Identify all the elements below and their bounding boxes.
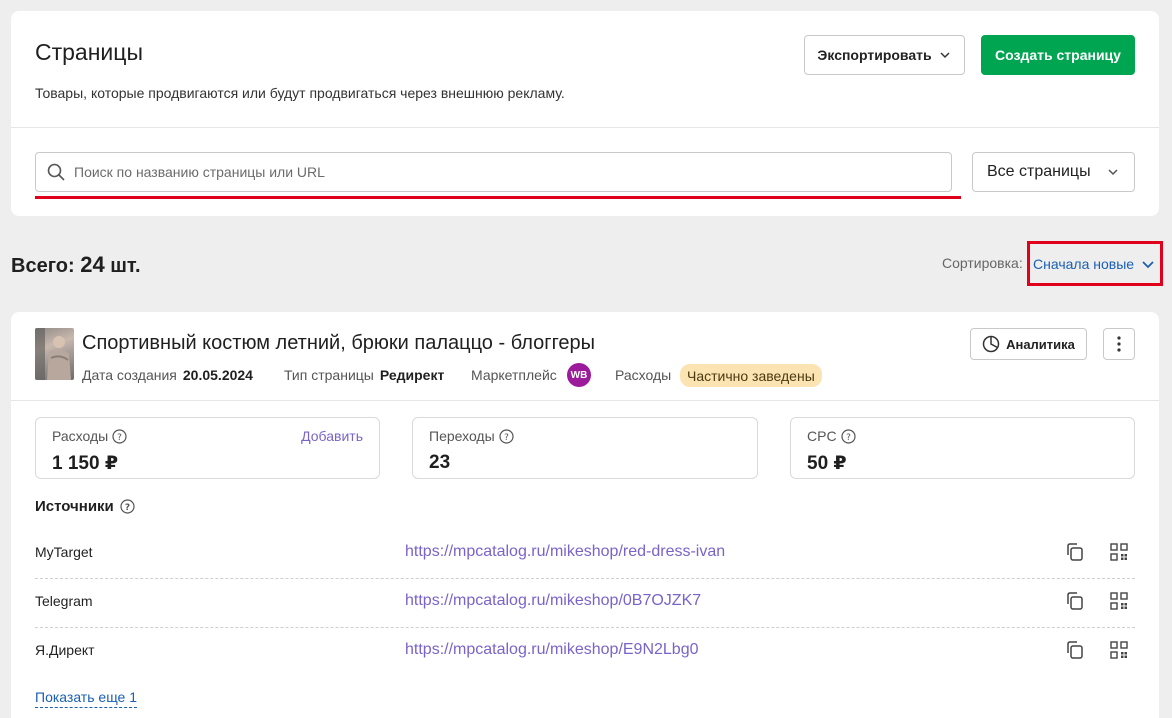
svg-text:?: ? — [846, 433, 851, 443]
page-type: Тип страницы Редирект — [284, 367, 444, 383]
stat-cpc-label-wrap: CPC ? — [807, 428, 856, 444]
expenses-label: Расходы — [615, 367, 672, 383]
page-subtitle: Товары, которые продвигаются или будут п… — [35, 85, 565, 101]
source-name: Telegram — [35, 593, 93, 609]
stat-expenses-label: Расходы — [52, 428, 109, 444]
stat-clicks-label-wrap: Переходы ? — [429, 428, 514, 444]
stat-cpc-value: 50 ₽ — [807, 453, 847, 474]
total-label: Всего: — [11, 255, 75, 277]
stat-expenses: Расходы ? Добавить 1 150 ₽ — [35, 417, 380, 479]
source-name: Я.Директ — [35, 642, 95, 658]
qr-code-icon[interactable] — [1109, 640, 1129, 660]
export-button[interactable]: Экспортировать — [804, 35, 965, 75]
created-date: Дата создания 20.05.2024 — [82, 367, 253, 383]
product-thumbnail — [35, 328, 74, 380]
chevron-down-icon — [940, 52, 950, 59]
sort-dropdown[interactable]: Сначала новые — [1027, 241, 1163, 286]
help-icon[interactable]: ? — [112, 428, 127, 444]
search-icon — [47, 163, 65, 181]
total-count: Всего: 24 шт. — [11, 252, 141, 278]
header-card: Страницы Товары, которые продвигаются ил… — [11, 11, 1159, 216]
copy-icon[interactable] — [1065, 640, 1085, 660]
stat-clicks: Переходы ? 23 — [412, 417, 758, 479]
copy-icon[interactable] — [1065, 542, 1085, 562]
source-name: MyTarget — [35, 544, 93, 560]
search-highlight-underline — [35, 196, 961, 199]
copy-icon[interactable] — [1065, 591, 1085, 611]
source-row: MyTarget https://mpcatalog.ru/mikeshop/r… — [35, 530, 1135, 579]
sort-label: Сортировка: — [942, 255, 1023, 271]
analytics-button[interactable]: Аналитика — [970, 328, 1087, 360]
help-icon[interactable]: ? — [499, 428, 514, 444]
sort-value: Сначала новые — [1033, 255, 1135, 272]
total-number: 24 — [80, 252, 105, 277]
marketplace-label: Маркетплейс — [471, 367, 557, 383]
show-more-link[interactable]: Показать еще 1 — [35, 689, 138, 708]
pie-chart-icon — [982, 335, 1000, 353]
kebab-menu-icon — [1117, 336, 1121, 352]
pages-filter-value: Все страницы — [987, 163, 1091, 180]
stat-expenses-label-wrap: Расходы ? — [52, 428, 127, 444]
stat-clicks-label: Переходы — [429, 428, 495, 444]
add-expense-link[interactable]: Добавить — [301, 428, 363, 444]
more-actions-button[interactable] — [1103, 328, 1135, 360]
export-button-label: Экспортировать — [817, 47, 932, 63]
svg-text:?: ? — [504, 433, 509, 443]
card-divider — [11, 400, 1159, 401]
stat-expenses-value: 1 150 ₽ — [52, 453, 119, 474]
source-row: Я.Директ https://mpcatalog.ru/mikeshop/E… — [35, 628, 1135, 677]
help-icon[interactable]: ? — [120, 499, 135, 514]
item-title[interactable]: Спортивный костюм летний, брюки палаццо … — [82, 332, 595, 355]
analytics-button-label: Аналитика — [1006, 336, 1075, 352]
stat-cpc-label: CPC — [807, 428, 837, 444]
svg-text:?: ? — [117, 433, 122, 443]
pages-filter-select[interactable]: Все страницы — [972, 152, 1135, 192]
expenses-status-badge: Частично заведены — [680, 364, 822, 387]
page-type-label: Тип страницы — [284, 367, 374, 383]
created-date-value: 20.05.2024 — [182, 367, 253, 383]
stat-clicks-value: 23 — [429, 452, 451, 473]
page-item-card: Спортивный костюм летний, брюки палаццо … — [11, 312, 1159, 718]
help-icon[interactable]: ? — [840, 428, 856, 444]
create-page-button[interactable]: Создать страницу — [981, 35, 1135, 75]
source-url-link[interactable]: https://mpcatalog.ru/mikeshop/red-dress-… — [405, 543, 725, 561]
page-type-value: Редирект — [379, 367, 445, 383]
qr-code-icon[interactable] — [1109, 542, 1129, 562]
source-row: Telegram https://mpcatalog.ru/mikeshop/0… — [35, 579, 1135, 628]
header-divider — [11, 127, 1159, 128]
search-input[interactable] — [74, 153, 951, 191]
created-date-label: Дата создания — [82, 367, 177, 383]
sources-title: Источники ? — [35, 498, 135, 515]
stat-cpc: CPC ? 50 ₽ — [790, 417, 1135, 479]
search-box[interactable] — [35, 152, 952, 192]
sources-title-label: Источники — [35, 498, 114, 515]
total-unit: шт. — [110, 255, 141, 277]
chevron-down-icon — [1108, 169, 1118, 176]
svg-text:?: ? — [125, 503, 130, 513]
source-url-link[interactable]: https://mpcatalog.ru/mikeshop/0B7OJZK7 — [405, 592, 701, 610]
source-url-link[interactable]: https://mpcatalog.ru/mikeshop/E9N2Lbg0 — [405, 641, 699, 659]
page-title: Страницы — [35, 39, 143, 65]
chevron-down-icon — [1142, 260, 1154, 268]
qr-code-icon[interactable] — [1109, 591, 1129, 611]
wb-marketplace-badge: WB — [567, 363, 591, 387]
